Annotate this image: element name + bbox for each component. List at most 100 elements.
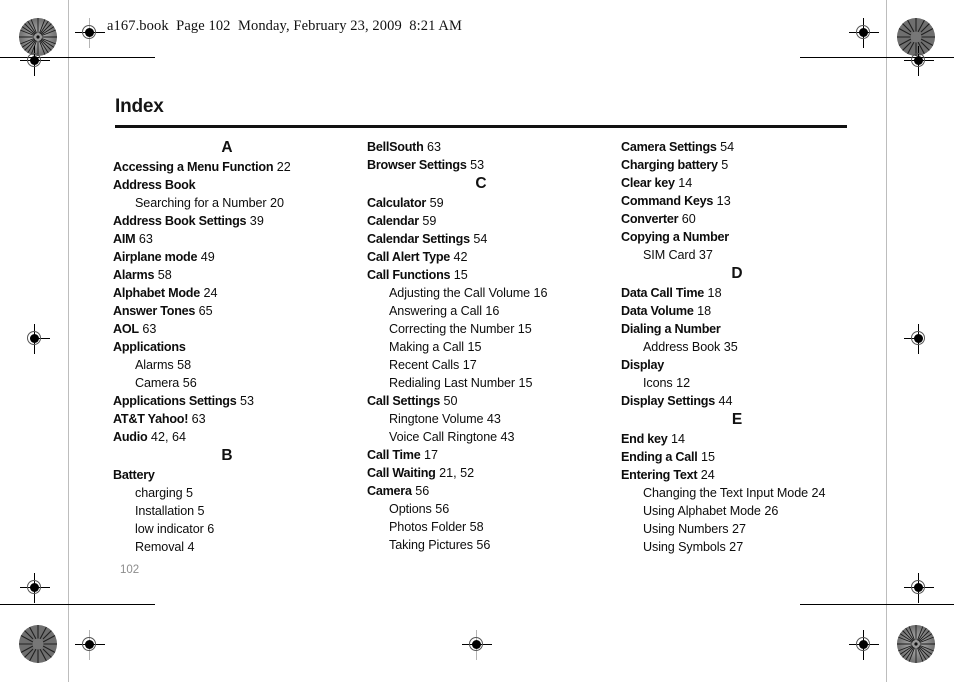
index-entry-page-number: 58 bbox=[173, 358, 192, 372]
index-entry-page-number: 58 bbox=[154, 268, 172, 282]
index-letter-heading: C bbox=[475, 175, 487, 192]
index-entry-page-number: 63 bbox=[423, 140, 442, 154]
index-entry: Camera Settings 54 bbox=[621, 138, 886, 156]
color-rosette-target-bottom-right bbox=[897, 625, 935, 663]
index-entry-page-number: 17 bbox=[459, 358, 477, 372]
index-entry-term: Icons bbox=[643, 376, 673, 390]
index-entry-page-number: 16 bbox=[530, 286, 548, 300]
index-entry-term: Correcting the Number bbox=[389, 322, 515, 336]
index-entry-term: Changing the Text Input Mode bbox=[643, 486, 809, 500]
index-columns: A Accessing a Menu Function 22 Address Boo… bbox=[0, 138, 954, 568]
index-entry-page-number: 44 bbox=[714, 394, 733, 408]
index-entry-term: Voice Call Ringtone bbox=[389, 430, 498, 444]
index-entry-term: Installation bbox=[135, 504, 195, 518]
index-entry-page-number: 20 bbox=[266, 196, 285, 210]
index-entry-term: Call Alert Type bbox=[367, 250, 451, 264]
index-subentry: Options 56 bbox=[367, 500, 607, 518]
index-entry-term: Charging battery bbox=[621, 158, 718, 172]
index-entry-page-number: 59 bbox=[418, 214, 437, 228]
index-entry-term: AOL bbox=[113, 322, 139, 336]
index-subentry: Photos Folder 58 bbox=[367, 518, 607, 536]
index-entry-page-number: 21, 52 bbox=[435, 466, 475, 480]
index-entry-page-number: 26 bbox=[760, 504, 779, 518]
index-subentry: Using Symbols 27 bbox=[621, 538, 886, 556]
index-subentry: Making a Call 15 bbox=[367, 338, 607, 356]
index-entry: Ending a Call 15 bbox=[621, 448, 886, 466]
index-entry: Alarms 58 bbox=[113, 266, 353, 284]
index-entry-page-number: 5 bbox=[194, 504, 205, 518]
index-entry-term: Converter bbox=[621, 212, 679, 226]
index-entry-page-number: 56 bbox=[179, 376, 197, 390]
index-subentry: Installation 5 bbox=[113, 502, 353, 520]
index-entry-page-number: 58 bbox=[466, 520, 484, 534]
index-entry-term: End key bbox=[621, 432, 668, 446]
index-subentry: SIM Card 37 bbox=[621, 246, 886, 264]
index-entry-term: AT&T Yahoo! bbox=[113, 412, 189, 426]
index-entry: AIM 63 bbox=[113, 230, 353, 248]
index-subentry: Alarms 58 bbox=[113, 356, 353, 374]
index-entry-term: Call Functions bbox=[367, 268, 451, 282]
page-title: Index bbox=[115, 96, 164, 117]
index-entry-term: BellSouth bbox=[367, 140, 424, 154]
index-entry-page-number: 16 bbox=[481, 304, 500, 318]
index-entry-term: SIM Card bbox=[643, 248, 696, 262]
index-entry-term: Using Symbols bbox=[643, 540, 726, 554]
index-entry-page-number: 13 bbox=[713, 194, 731, 208]
index-subentry: Ringtone Volume 43 bbox=[367, 410, 607, 428]
index-entry-page-number: 24 bbox=[808, 486, 826, 500]
index-entry-page-number: 14 bbox=[674, 176, 693, 190]
index-entry-page-number: 53 bbox=[466, 158, 485, 172]
registration-target-left-lower bbox=[20, 573, 50, 603]
index-entry-term: Redialing Last Number bbox=[389, 376, 516, 390]
index-subentry: Using Numbers 27 bbox=[621, 520, 886, 538]
registration-target-top-right-inner bbox=[849, 18, 879, 48]
index-entry-term: low indicator bbox=[135, 522, 204, 536]
index-entry-term: Call Waiting bbox=[367, 466, 436, 480]
index-entry-page-number: 56 bbox=[472, 538, 491, 552]
index-entry: Applications Settings 53 bbox=[113, 392, 353, 410]
index-entry: Data Call Time 18 bbox=[621, 284, 886, 302]
index-subentry: Using Alphabet Mode 26 bbox=[621, 502, 886, 520]
index-entry-page-number: 24 bbox=[697, 468, 715, 482]
index-column-2: BellSouth 63 Browser Settings 53 C Calculat… bbox=[367, 138, 607, 554]
index-entry-page-number: 27 bbox=[728, 522, 747, 536]
index-subentry: Redialing Last Number 15 bbox=[367, 374, 607, 392]
index-entry-term: Airplane mode bbox=[113, 250, 198, 264]
index-entry: Address Book Settings 39 bbox=[113, 212, 353, 230]
index-entry-term: Browser Settings bbox=[367, 158, 467, 172]
index-entry-page-number: 18 bbox=[693, 304, 712, 318]
index-entry-page-number: 15 bbox=[464, 340, 482, 354]
index-entry-term: Searching for a Number bbox=[135, 196, 267, 210]
index-entry-term: Battery bbox=[113, 468, 155, 482]
index-entry-page-number: 43 bbox=[497, 430, 515, 444]
index-entry-term: Answering a Call bbox=[389, 304, 482, 318]
index-entry-term: charging bbox=[135, 486, 183, 500]
index-entry-page-number: 15 bbox=[450, 268, 468, 282]
index-subentry: low indicator 6 bbox=[113, 520, 353, 538]
index-entry-term: Address Book bbox=[113, 178, 196, 192]
index-letter-heading: D bbox=[731, 265, 743, 282]
index-subentry: Icons 12 bbox=[621, 374, 886, 392]
index-entry: Airplane mode 49 bbox=[113, 248, 353, 266]
registration-target-top-left-inner bbox=[75, 18, 105, 48]
index-entry: End key 14 bbox=[621, 430, 886, 448]
index-entry: Call Waiting 21, 52 bbox=[367, 464, 607, 482]
registration-target-right-upper bbox=[904, 46, 934, 76]
index-entry-term: Display bbox=[621, 358, 665, 372]
index-entry-page-number: 6 bbox=[203, 522, 215, 536]
index-entry: Address Book bbox=[113, 176, 353, 194]
index-entry: Display bbox=[621, 356, 886, 374]
index-entry-term: Calculator bbox=[367, 196, 427, 210]
index-entry-page-number: 59 bbox=[426, 196, 444, 210]
registration-target-left-upper bbox=[20, 46, 50, 76]
trim-line-bottom-left bbox=[0, 604, 155, 605]
index-entry-page-number: 18 bbox=[704, 286, 722, 300]
index-entry: AT&T Yahoo! 63 bbox=[113, 410, 353, 428]
index-entry-term: Call Settings bbox=[367, 394, 441, 408]
index-entry-page-number: 22 bbox=[273, 160, 291, 174]
trim-line-bottom-right bbox=[800, 604, 954, 605]
index-entry-term: Camera Settings bbox=[621, 140, 717, 154]
registration-target-right-lower bbox=[904, 573, 934, 603]
index-entry: Dialing a Number bbox=[621, 320, 886, 338]
index-entry-term: Recent Calls bbox=[389, 358, 460, 372]
